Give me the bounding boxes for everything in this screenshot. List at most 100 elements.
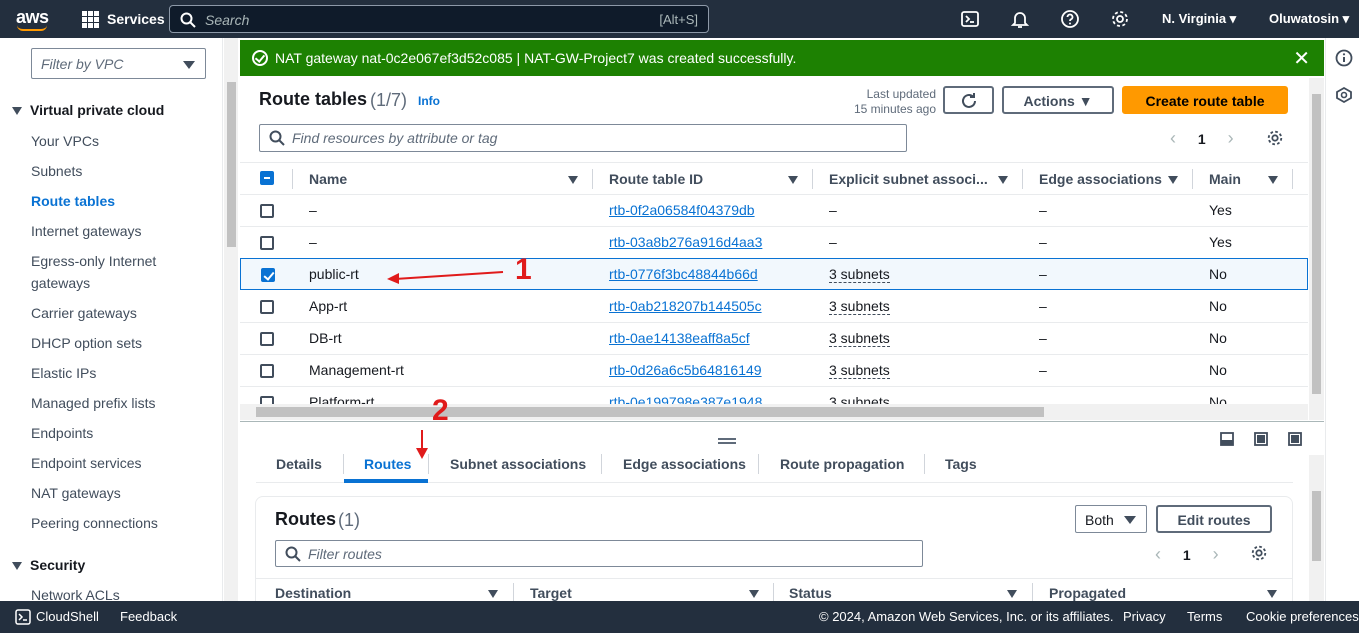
sidebar-item-endpoints[interactable]: Endpoints	[31, 422, 93, 444]
next-page-icon[interactable]: ›	[1228, 128, 1234, 148]
close-icon[interactable]: ✕	[1293, 46, 1310, 71]
section-virtual-private-cloud[interactable]: Virtual private cloud	[12, 102, 164, 118]
sort-caret-icon[interactable]	[788, 176, 798, 184]
table-row[interactable]: DB-rt rtb-0ae14138eaff8a5cf 3 subnets – …	[240, 323, 1308, 355]
route-filter-select[interactable]: Both	[1075, 505, 1147, 533]
table-row[interactable]: Management-rt rtb-0d26a6c5b64816149 3 su…	[240, 355, 1308, 387]
column-header-main[interactable]: Main	[1209, 171, 1241, 187]
cell-route-table-id-link[interactable]: rtb-0e199798e387e1948	[609, 394, 762, 404]
sort-caret-icon[interactable]	[568, 176, 578, 184]
sidebar-item-peering-connections[interactable]: Peering connections	[31, 512, 158, 534]
sidebar-item-carrier-gateways[interactable]: Carrier gateways	[31, 302, 137, 324]
sidebar-item-dhcp-option-sets[interactable]: DHCP option sets	[31, 332, 142, 354]
refresh-button[interactable]	[943, 86, 994, 114]
cell-subnets-popover[interactable]: 3 subnets	[829, 362, 890, 379]
vpc-filter-select[interactable]: Filter by VPC	[31, 48, 206, 79]
table-row-partial[interactable]: Platform-rt rtb-0e199798e387e1948 3 subn…	[240, 387, 1308, 404]
panel-side-icon[interactable]	[1254, 432, 1268, 446]
cell-subnets-popover[interactable]: 3 subnets	[829, 394, 890, 404]
search-input[interactable]: Search [Alt+S]	[169, 5, 709, 33]
feedback-link[interactable]: Feedback	[120, 609, 177, 624]
row-checkbox[interactable]	[260, 300, 274, 314]
cell-route-table-id-link[interactable]: rtb-0d26a6c5b64816149	[609, 362, 762, 378]
select-all-checkbox[interactable]	[260, 171, 274, 185]
terms-link[interactable]: Terms	[1187, 609, 1222, 624]
actions-button[interactable]: Actions ▼	[1002, 86, 1114, 114]
info-link[interactable]: Info	[418, 94, 440, 108]
notifications-bell-icon[interactable]	[1010, 9, 1030, 29]
table-row[interactable]: – rtb-0f2a06584f04379db – – Yes	[240, 195, 1308, 227]
row-checkbox-checked[interactable]	[261, 268, 275, 282]
cell-subnets-popover[interactable]: 3 subnets	[829, 266, 890, 283]
column-header-destination[interactable]: Destination	[275, 585, 351, 601]
sort-caret-icon[interactable]	[1168, 176, 1178, 184]
row-checkbox[interactable]	[260, 204, 274, 218]
tab-route-propagation[interactable]: Route propagation	[780, 456, 904, 472]
tab-subnet-associations[interactable]: Subnet associations	[450, 456, 586, 472]
cloudshell-icon[interactable]	[960, 9, 980, 29]
panel-fullscreen-icon[interactable]	[1288, 432, 1302, 446]
create-route-table-button[interactable]: Create route table	[1122, 86, 1288, 114]
section-security[interactable]: Security	[12, 557, 85, 573]
sort-caret-icon[interactable]	[1007, 590, 1017, 598]
cell-route-table-id-link[interactable]: rtb-0f2a06584f04379db	[609, 202, 755, 218]
privacy-link[interactable]: Privacy	[1123, 609, 1166, 624]
sidebar-item-internet-gateways[interactable]: Internet gateways	[31, 220, 142, 242]
column-header-target[interactable]: Target	[530, 585, 572, 601]
row-checkbox[interactable]	[260, 332, 274, 346]
sort-caret-icon[interactable]	[488, 590, 498, 598]
sidebar-item-network-acls[interactable]: Network ACLs	[31, 584, 120, 601]
prev-page-icon[interactable]: ‹	[1170, 128, 1176, 148]
column-header-route-table-id[interactable]: Route table ID	[609, 171, 703, 187]
services-menu-button[interactable]: Services	[107, 11, 165, 27]
cloudshell-link[interactable]: CloudShell	[36, 609, 99, 624]
resize-handle-icon[interactable]	[718, 438, 736, 444]
table-preferences-gear-icon[interactable]	[1266, 129, 1284, 147]
column-header-edge-associations[interactable]: Edge associations	[1039, 171, 1162, 187]
cell-route-table-id-link[interactable]: rtb-0ab218207b144505c	[609, 298, 762, 314]
sidebar-item-your-vpcs[interactable]: Your VPCs	[31, 130, 99, 152]
account-menu[interactable]: Oluwatosin ▾	[1269, 11, 1349, 27]
column-header-propagated[interactable]: Propagated	[1049, 585, 1126, 601]
sidebar-item-route-tables[interactable]: Route tables	[31, 190, 115, 212]
row-checkbox[interactable]	[260, 236, 274, 250]
row-checkbox[interactable]	[260, 396, 274, 404]
edit-routes-button[interactable]: Edit routes	[1156, 505, 1272, 533]
help-icon[interactable]	[1060, 9, 1080, 29]
horizontal-scrollbar-thumb[interactable]	[256, 407, 1044, 417]
layers-icon[interactable]	[1335, 86, 1353, 104]
tab-edge-associations[interactable]: Edge associations	[623, 456, 746, 472]
page-number[interactable]: 1	[1183, 547, 1191, 563]
cell-subnets-popover[interactable]: 3 subnets	[829, 298, 890, 315]
sort-caret-icon[interactable]	[998, 176, 1008, 184]
column-header-name[interactable]: Name	[309, 171, 347, 187]
cloudshell-icon[interactable]	[15, 609, 31, 625]
next-page-icon[interactable]: ›	[1213, 544, 1219, 564]
table-vertical-scrollbar[interactable]	[1309, 78, 1324, 420]
cell-subnets-popover[interactable]: 3 subnets	[829, 330, 890, 347]
prev-page-icon[interactable]: ‹	[1155, 544, 1161, 564]
cell-route-table-id-link[interactable]: rtb-0776f3bc48844b66d	[609, 266, 758, 282]
routes-preferences-gear-icon[interactable]	[1250, 544, 1268, 562]
settings-gear-icon[interactable]	[1110, 9, 1130, 29]
region-selector[interactable]: N. Virginia ▾	[1162, 11, 1236, 27]
panel-bottom-icon[interactable]	[1220, 432, 1234, 446]
filter-routes-input[interactable]: Filter routes	[275, 540, 923, 567]
find-resources-input[interactable]: Find resources by attribute or tag	[259, 124, 907, 152]
sidebar-item-subnets[interactable]: Subnets	[31, 160, 82, 182]
sidebar-item-endpoint-services[interactable]: Endpoint services	[31, 452, 142, 474]
vertical-scrollbar-thumb[interactable]	[1312, 94, 1321, 394]
cookie-preferences-link[interactable]: Cookie preferences	[1246, 609, 1359, 624]
tab-tags[interactable]: Tags	[945, 456, 977, 472]
column-header-explicit-subnet[interactable]: Explicit subnet associ...	[829, 171, 988, 187]
sort-caret-icon[interactable]	[1268, 176, 1278, 184]
split-panel-scrollbar[interactable]	[1309, 455, 1324, 601]
sidebar-item-managed-prefix-lists[interactable]: Managed prefix lists	[31, 392, 156, 414]
sidebar-scrollbar-thumb[interactable]	[227, 82, 236, 247]
table-row[interactable]: – rtb-03a8b276a916d4aa3 – – Yes	[240, 227, 1308, 259]
split-panel-scrollbar-thumb[interactable]	[1312, 491, 1321, 561]
table-horizontal-scrollbar[interactable]	[240, 404, 1308, 420]
sort-caret-icon[interactable]	[749, 590, 759, 598]
tab-details[interactable]: Details	[276, 456, 322, 472]
sidebar-item-elastic-ips[interactable]: Elastic IPs	[31, 362, 96, 384]
